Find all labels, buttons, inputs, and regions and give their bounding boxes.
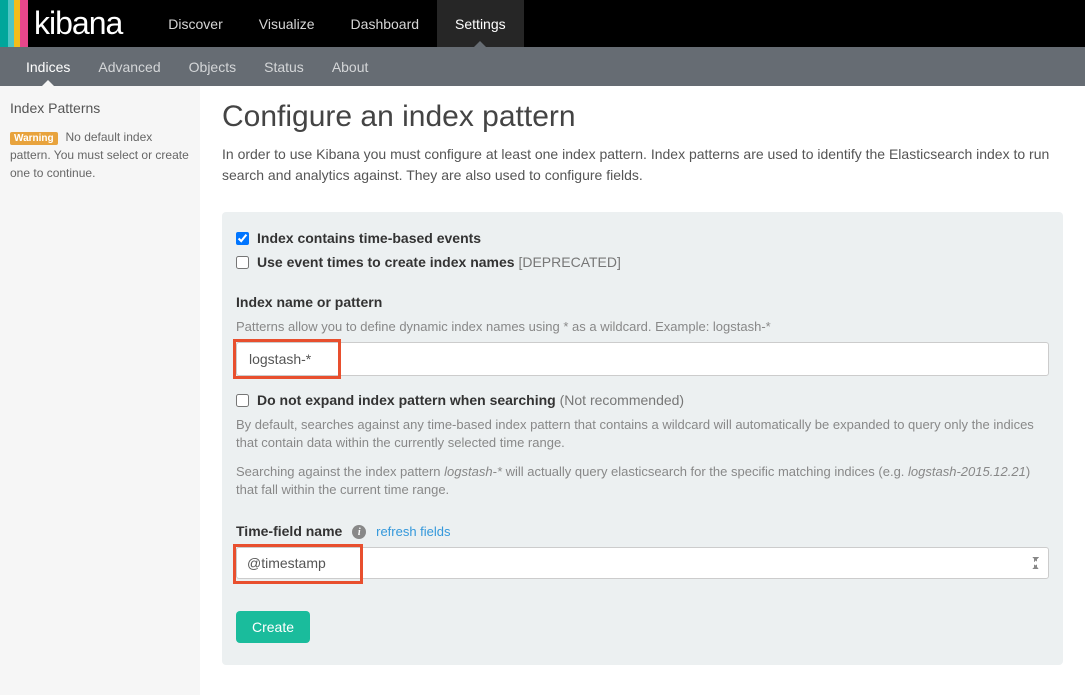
logo-bars-icon <box>0 0 28 47</box>
index-pattern-label: Index name or pattern <box>236 294 1049 310</box>
timebased-label[interactable]: Index contains time-based events <box>257 230 481 246</box>
page-title: Configure an index pattern <box>222 100 1063 134</box>
eventtimes-row: Use event times to create index names [D… <box>236 254 1049 270</box>
subnav-item-status[interactable]: Status <box>250 47 318 86</box>
main-content: Configure an index pattern In order to u… <box>200 86 1085 695</box>
noexpand-row: Do not expand index pattern when searchi… <box>236 392 1049 408</box>
sidebar-warning: Warning No default index pattern. You mu… <box>10 128 190 182</box>
timefield-select[interactable]: @timestamp <box>236 547 1049 579</box>
topnav-item-dashboard[interactable]: Dashboard <box>333 0 438 47</box>
info-icon[interactable]: i <box>352 525 366 539</box>
eventtimes-label[interactable]: Use event times to create index names [D… <box>257 254 621 270</box>
timebased-row: Index contains time-based events <box>236 230 1049 246</box>
logo[interactable]: kibana <box>0 0 130 47</box>
top-nav: kibana Discover Visualize Dashboard Sett… <box>0 0 1085 47</box>
sidebar-title: Index Patterns <box>10 100 190 116</box>
noexpand-desc-2: Searching against the index pattern logs… <box>236 463 1049 499</box>
index-pattern-hint: Patterns allow you to define dynamic ind… <box>236 318 1049 336</box>
eventtimes-checkbox[interactable] <box>236 256 249 269</box>
config-panel: Index contains time-based events Use eve… <box>222 212 1063 665</box>
sub-nav: Indices Advanced Objects Status About <box>0 47 1085 86</box>
brand-text: kibana <box>34 5 122 42</box>
subnav-item-objects[interactable]: Objects <box>175 47 250 86</box>
timebased-checkbox[interactable] <box>236 232 249 245</box>
timefield-label: Time-field name i refresh fields <box>236 523 1049 539</box>
create-button[interactable]: Create <box>236 611 310 643</box>
sidebar: Index Patterns Warning No default index … <box>0 86 200 695</box>
noexpand-desc-1: By default, searches against any time-ba… <box>236 416 1049 452</box>
subnav-item-advanced[interactable]: Advanced <box>84 47 174 86</box>
page-description: In order to use Kibana you must configur… <box>222 144 1063 186</box>
warning-badge: Warning <box>10 132 58 145</box>
refresh-fields-link[interactable]: refresh fields <box>376 524 450 539</box>
topnav-items: Discover Visualize Dashboard Settings <box>150 0 523 47</box>
noexpand-label[interactable]: Do not expand index pattern when searchi… <box>257 392 684 408</box>
topnav-item-settings[interactable]: Settings <box>437 0 524 47</box>
subnav-item-indices[interactable]: Indices <box>12 47 84 86</box>
topnav-item-visualize[interactable]: Visualize <box>241 0 333 47</box>
index-pattern-input[interactable] <box>236 342 1049 376</box>
noexpand-checkbox[interactable] <box>236 394 249 407</box>
not-recommended-note: (Not recommended) <box>560 392 685 408</box>
topnav-item-discover[interactable]: Discover <box>150 0 240 47</box>
deprecated-tag: [DEPRECATED] <box>518 254 620 270</box>
subnav-item-about[interactable]: About <box>318 47 383 86</box>
